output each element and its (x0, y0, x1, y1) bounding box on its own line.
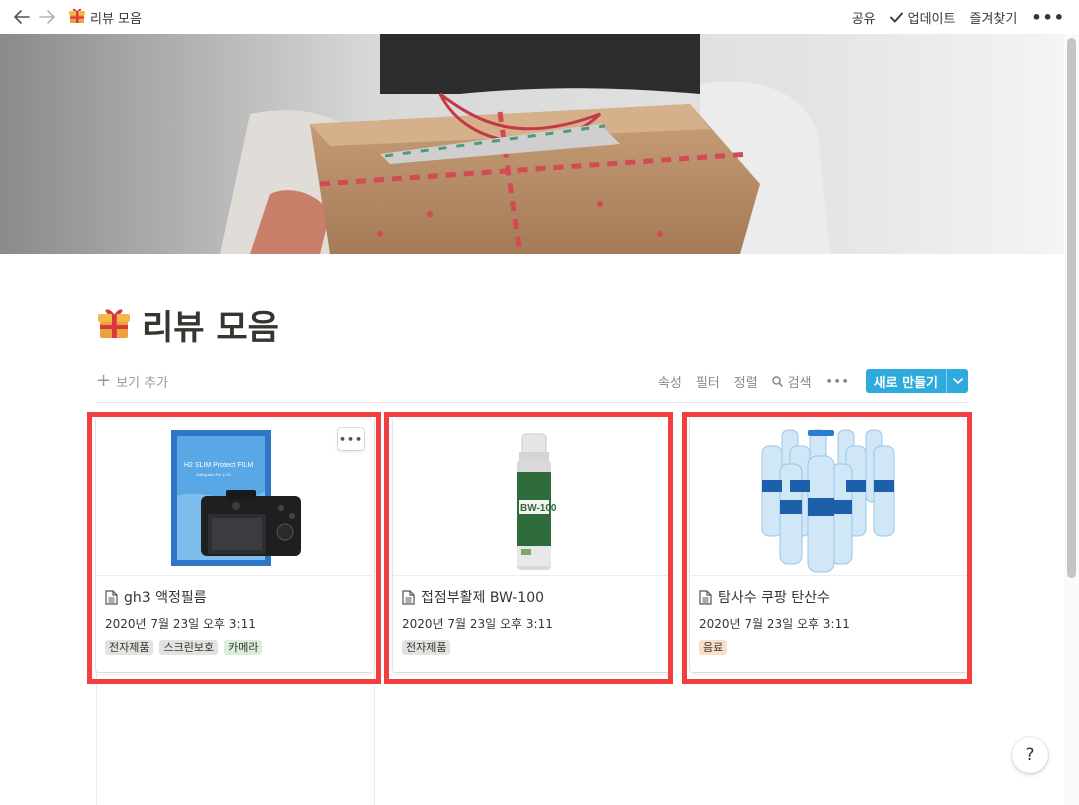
arrow-right-icon[interactable] (36, 6, 58, 28)
database-toolbar: + 보기 추가 속성 필터 정렬 검색 ••• 새로 만들기 (96, 366, 968, 396)
gift-icon[interactable] (96, 304, 132, 344)
plus-icon: + (96, 370, 112, 391)
topbar-actions: 공유 업데이트 즐겨찾기 ••• (838, 7, 1065, 27)
scrollbar-thumb[interactable] (1067, 38, 1076, 578)
toolbar-actions: 속성 필터 정렬 검색 ••• 새로 만들기 (644, 369, 968, 393)
page-title-text[interactable]: 리뷰 모음 (142, 300, 279, 349)
highlight-frame (384, 412, 673, 684)
top-bar: 리뷰 모음 공유 업데이트 즐겨찾기 ••• (0, 0, 1079, 34)
more-horizontal-icon[interactable]: ••• (1031, 8, 1065, 27)
arrow-left-icon[interactable] (11, 6, 33, 28)
filter-button[interactable]: 필터 (696, 372, 720, 391)
check-icon (889, 12, 903, 23)
search-label: 검색 (787, 375, 812, 391)
new-button-group: 새로 만들기 (865, 369, 968, 393)
properties-button[interactable]: 속성 (658, 372, 682, 391)
more-horizontal-icon[interactable]: ••• (826, 375, 850, 388)
add-view-button[interactable]: + 보기 추가 (96, 372, 168, 391)
new-button[interactable]: 새로 만들기 (865, 369, 946, 393)
updates-button[interactable]: 업데이트 (889, 8, 956, 27)
highlight-frame (682, 412, 972, 684)
updates-label: 업데이트 (907, 11, 956, 27)
gift-icon (68, 6, 86, 28)
page-title[interactable]: 리뷰 모음 (96, 300, 279, 348)
share-button[interactable]: 공유 (852, 8, 876, 27)
toolbar-divider (96, 402, 968, 403)
cover-image (0, 34, 1064, 254)
favorite-button[interactable]: 즐겨찾기 (969, 8, 1017, 27)
search-button[interactable]: 검색 (771, 372, 812, 391)
chevron-down-icon[interactable] (946, 369, 968, 393)
highlight-frame (87, 412, 381, 684)
help-button[interactable]: ? (1012, 737, 1048, 773)
breadcrumb-label: 리뷰 모음 (90, 11, 142, 27)
sort-button[interactable]: 정렬 (734, 372, 758, 391)
search-icon (771, 375, 783, 387)
breadcrumb[interactable]: 리뷰 모음 (68, 7, 142, 27)
add-view-label: 보기 추가 (116, 375, 169, 391)
